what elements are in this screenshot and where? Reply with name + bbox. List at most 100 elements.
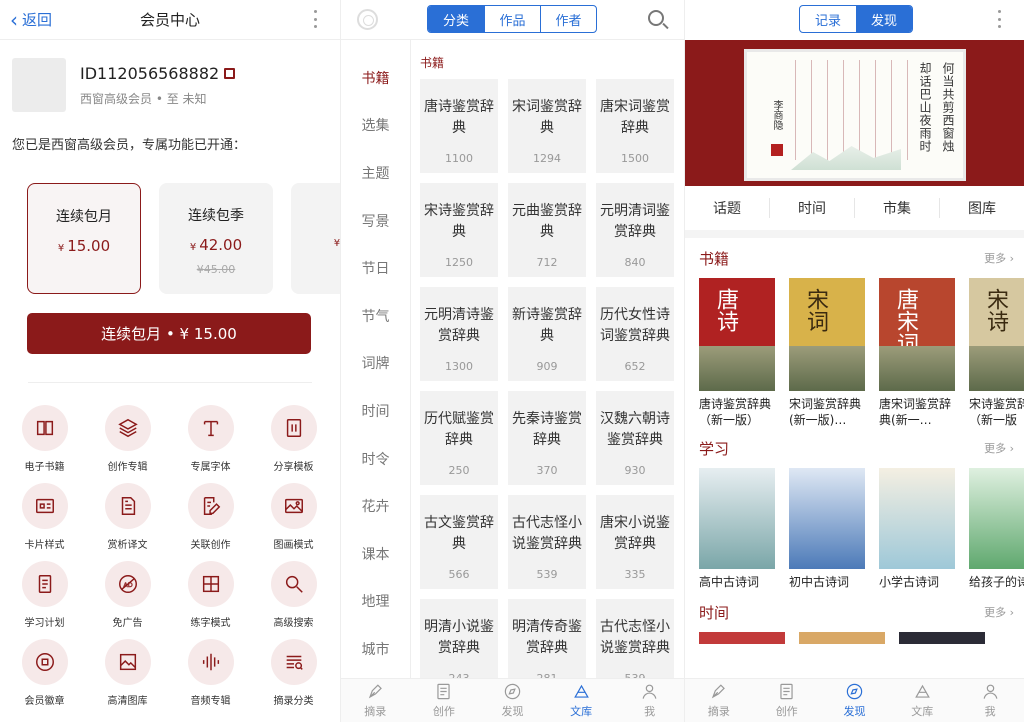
- poem-banner[interactable]: 何当共剪西窗烛 却话巴山夜雨时 李商隐: [685, 40, 1024, 186]
- feature-gallery[interactable]: 高清图库: [86, 639, 169, 707]
- book-card[interactable]: 元曲鉴赏辞典 712: [508, 183, 586, 277]
- topic-tab[interactable]: 话题: [685, 198, 769, 218]
- subscribe-button[interactable]: 连续包月 • ¥ 15.00: [27, 313, 311, 354]
- time-cover[interactable]: [799, 632, 885, 644]
- book-name: 唐宋小说鉴赏辞典: [600, 515, 670, 552]
- member-header: ‹ 返回 会员中心: [0, 0, 340, 40]
- tab-2[interactable]: 发现: [821, 679, 889, 722]
- book-card[interactable]: 唐宋词鉴赏辞典 1500: [596, 79, 674, 173]
- segment-0[interactable]: 记录: [800, 6, 856, 32]
- tab-1[interactable]: 创作: [753, 679, 821, 722]
- topic-tab[interactable]: 图库: [939, 198, 1024, 218]
- category-item[interactable]: 课本: [341, 530, 410, 578]
- segment-1[interactable]: 作品: [484, 6, 540, 32]
- feature-search[interactable]: 高级搜索: [252, 561, 335, 629]
- book-cover-card[interactable]: 唐宋词 唐宋词鉴赏辞典(新一…: [879, 278, 955, 428]
- plan-card-yearly[interactable]: 12 ¥18 ¥: [291, 183, 340, 294]
- book-cover-card[interactable]: 宋词 宋词鉴赏辞典(新一版)…: [789, 278, 865, 428]
- book-card[interactable]: 元明清诗鉴赏辞典 1300: [420, 287, 498, 381]
- category-item[interactable]: 写景: [341, 197, 410, 245]
- feature-audio[interactable]: 音频专辑: [169, 639, 252, 707]
- book-card[interactable]: 唐宋小说鉴赏辞典 335: [596, 495, 674, 589]
- book-title: 宋词鉴赏辞典(新一版)…: [789, 397, 862, 427]
- feature-excerpt[interactable]: 摘录分类: [252, 639, 335, 707]
- more-menu-icon[interactable]: [998, 10, 1002, 28]
- topic-tab[interactable]: 时间: [769, 198, 854, 218]
- book-cover: 唐诗: [699, 278, 775, 391]
- copy-icon[interactable]: [224, 67, 236, 79]
- category-item[interactable]: 选集: [341, 102, 410, 150]
- more-link[interactable]: 更多 ›: [984, 440, 1014, 456]
- segment-0[interactable]: 分类: [428, 6, 484, 32]
- category-item[interactable]: 节气: [341, 292, 410, 340]
- category-item[interactable]: 花卉: [341, 482, 410, 530]
- feature-edit[interactable]: 关联创作: [169, 483, 252, 551]
- plan-card-monthly[interactable]: 连续包月 ¥15.00: [27, 183, 141, 294]
- topic-tab[interactable]: 市集: [854, 198, 939, 218]
- feature-list[interactable]: 学习计划: [3, 561, 86, 629]
- book-count: 1300: [445, 360, 473, 373]
- category-item[interactable]: 城市: [341, 625, 410, 673]
- category-item[interactable]: 地理: [341, 578, 410, 626]
- book-card[interactable]: 古文鉴赏辞典 566: [420, 495, 498, 589]
- category-item[interactable]: 书籍: [341, 54, 410, 102]
- feature-template[interactable]: 分享模板: [252, 405, 335, 473]
- more-link[interactable]: 更多 ›: [984, 604, 1014, 620]
- feature-book[interactable]: 电子书籍: [3, 405, 86, 473]
- feature-grid[interactable]: 练字模式: [169, 561, 252, 629]
- category-item[interactable]: 词牌: [341, 340, 410, 388]
- back-button[interactable]: ‹ 返回: [10, 9, 52, 30]
- category-item[interactable]: 时间: [341, 387, 410, 435]
- badge-icon: [21, 639, 68, 685]
- book-card[interactable]: 宋词鉴赏辞典 1294: [508, 79, 586, 173]
- tab-3[interactable]: 文库: [547, 679, 616, 722]
- tab-0[interactable]: 摘录: [341, 679, 410, 722]
- avatar[interactable]: [12, 58, 66, 112]
- search-icon[interactable]: [648, 10, 664, 26]
- tab-2[interactable]: 发现: [478, 679, 547, 722]
- tab-4[interactable]: 我: [956, 679, 1024, 722]
- book-card[interactable]: 唐诗鉴赏辞典 1100: [420, 79, 498, 173]
- book-card[interactable]: 先秦诗鉴赏辞典 370: [508, 391, 586, 485]
- book-card[interactable]: 汉魏六朝诗鉴赏辞典 930: [596, 391, 674, 485]
- tab-3[interactable]: 文库: [888, 679, 956, 722]
- more-menu-icon[interactable]: [314, 10, 318, 28]
- category-item[interactable]: 主题: [341, 149, 410, 197]
- segment-2[interactable]: 作者: [540, 6, 596, 32]
- book-card[interactable]: 新诗鉴赏辞典 909: [508, 287, 586, 381]
- time-cover[interactable]: [699, 632, 785, 644]
- feature-layers[interactable]: 创作专辑: [86, 405, 169, 473]
- learn-card[interactable]: 高中古诗词: [699, 468, 775, 592]
- svg-text:AD: AD: [123, 581, 132, 589]
- feature-image[interactable]: 图画模式: [252, 483, 335, 551]
- tab-4[interactable]: 我: [615, 679, 684, 722]
- feature-document[interactable]: 赏析译文: [86, 483, 169, 551]
- segment-1[interactable]: 发现: [856, 6, 912, 32]
- feature-badge[interactable]: 会员徽章: [3, 639, 86, 707]
- book-cover-card[interactable]: 宋诗宋诗鉴赏辞典（新一版: [969, 278, 1024, 428]
- book-card[interactable]: 古代志怪小说鉴赏辞典539: [596, 599, 674, 678]
- time-cover[interactable]: [899, 632, 985, 644]
- book-cover-card[interactable]: 唐诗 唐诗鉴赏辞典（新一版）: [699, 278, 775, 428]
- learn-card[interactable]: 给孩子的诗: [969, 468, 1024, 592]
- tab-0[interactable]: 摘录: [685, 679, 753, 722]
- book-card[interactable]: 古代志怪小说鉴赏辞典539: [508, 495, 586, 589]
- feature-label: 分享模板: [273, 462, 314, 473]
- learn-card[interactable]: 初中古诗词: [789, 468, 865, 592]
- tab-1[interactable]: 创作: [410, 679, 479, 722]
- book-card[interactable]: 宋诗鉴赏辞典 1250: [420, 183, 498, 277]
- book-card[interactable]: 历代女性诗词鉴赏辞典 652: [596, 287, 674, 381]
- plan-card-quarterly[interactable]: 连续包季 ¥42.00 ¥45.00: [159, 183, 273, 294]
- category-item[interactable]: 节日: [341, 244, 410, 292]
- book-card[interactable]: 明清小说鉴赏辞典243: [420, 599, 498, 678]
- feature-card[interactable]: 卡片样式: [3, 483, 86, 551]
- feature-font[interactable]: 专属字体: [169, 405, 252, 473]
- feature-no-ad[interactable]: AD 免广告: [86, 561, 169, 629]
- book-card[interactable]: 明清传奇鉴赏辞典281: [508, 599, 586, 678]
- learn-card[interactable]: 小学古诗词: [879, 468, 955, 592]
- book-card[interactable]: 元明清词鉴赏辞典 840: [596, 183, 674, 277]
- category-item[interactable]: 时令: [341, 435, 410, 483]
- book-card[interactable]: 历代赋鉴赏辞典 250: [420, 391, 498, 485]
- more-link[interactable]: 更多 ›: [984, 250, 1014, 266]
- tab-label: 发现: [501, 705, 524, 718]
